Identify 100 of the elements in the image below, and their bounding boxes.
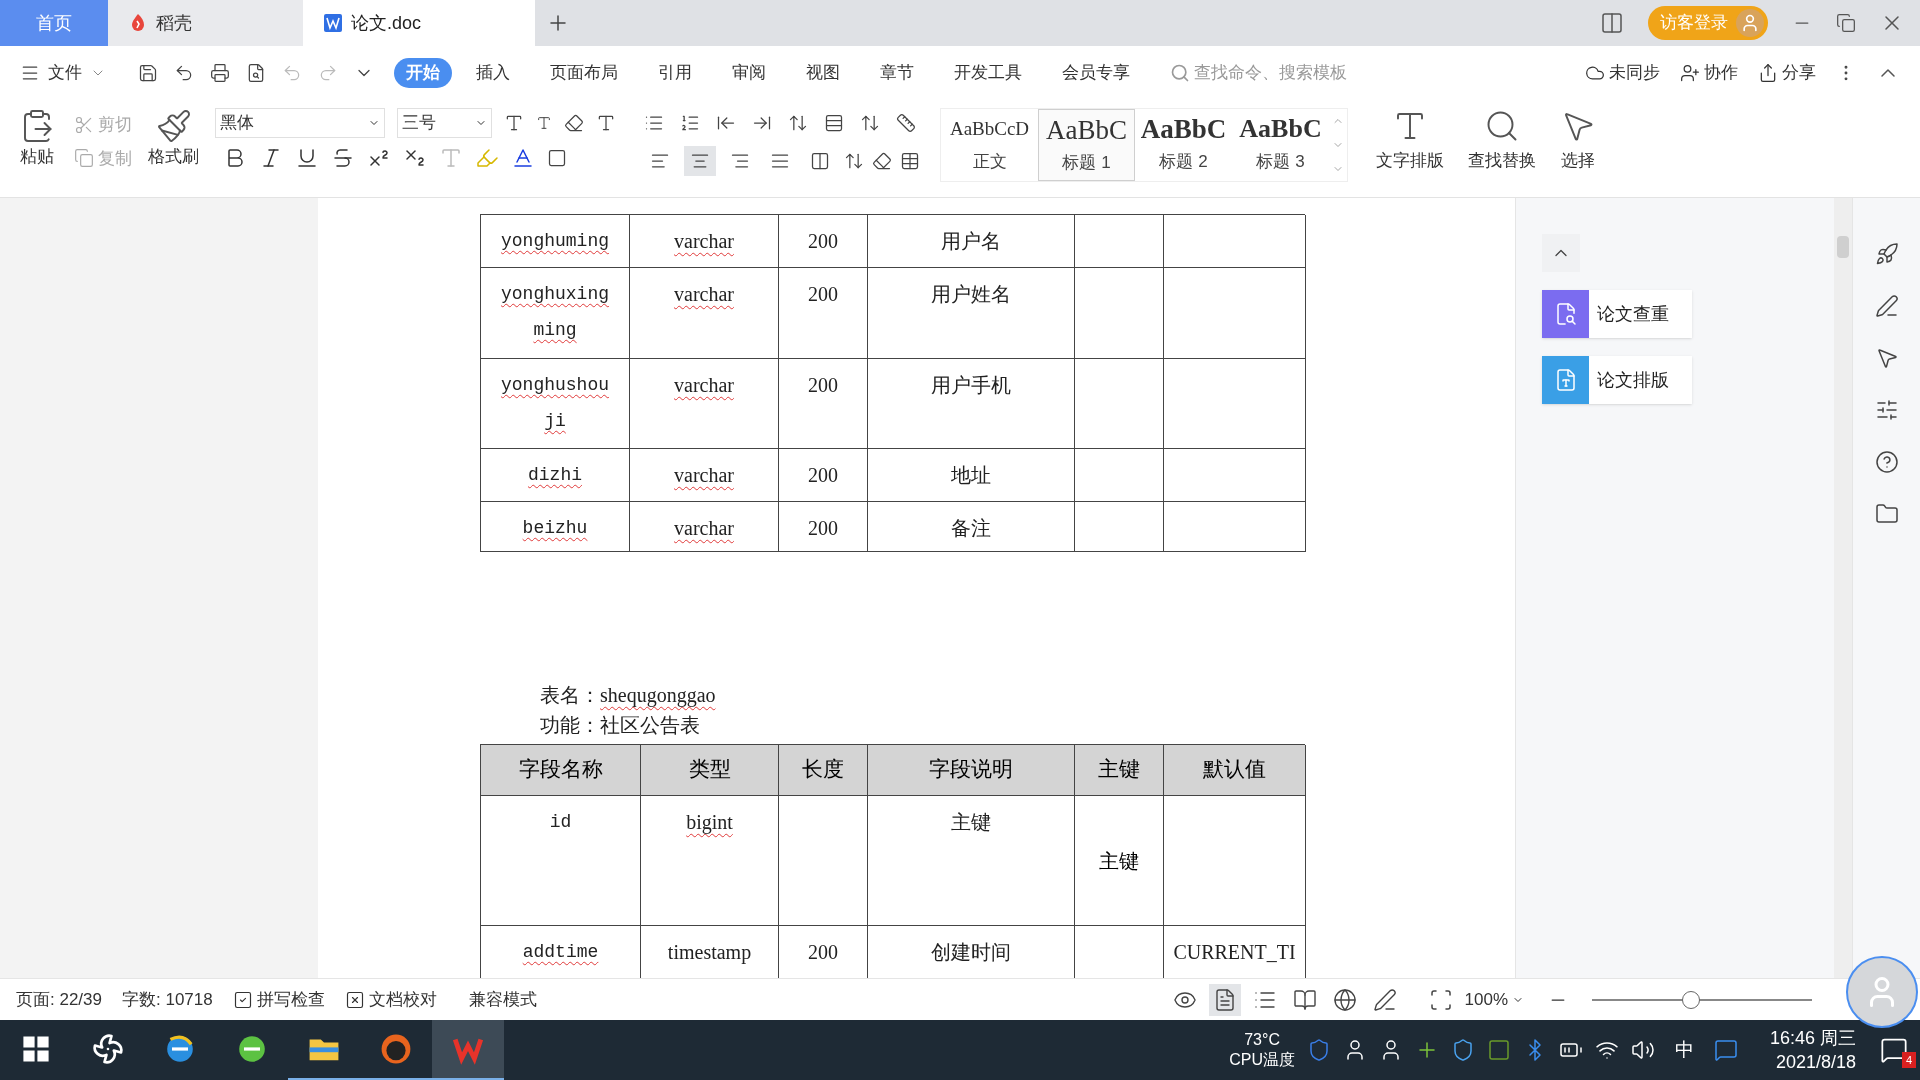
command-search-field[interactable]: 查找命令、搜索模板 [1170, 60, 1364, 86]
volume-icon[interactable] [1630, 1038, 1655, 1062]
file-menu[interactable]: 文件 [20, 60, 106, 86]
table-cell-text: 200 [808, 516, 838, 541]
paintbrush-icon [155, 108, 192, 144]
style-preset[interactable]: AaBbCcD 正文 [941, 109, 1038, 181]
table-cell-text: varchar [674, 516, 734, 541]
table-cell-text: 备注 [951, 516, 991, 541]
table-cell-text: varchar [674, 282, 734, 307]
status-button[interactable]: 文档校对 [344, 986, 437, 1013]
column-header: 类型 [688, 756, 731, 784]
ribbon-tab[interactable]: 页面布局 [534, 58, 634, 88]
table-cell-text: yonghushouji [500, 374, 610, 433]
table-function-line: 功能：社区公告表 [540, 713, 701, 738]
pen-icon[interactable] [1874, 294, 1899, 318]
scissors-icon [74, 114, 94, 135]
table-cell-text: varchar [674, 229, 734, 254]
table-cell-text: addtime [521, 941, 600, 964]
ribbon-tab[interactable]: 会员专享 [1046, 58, 1146, 88]
ribbon-tab[interactable]: 视图 [790, 58, 856, 88]
zoom-dropdown[interactable]: 100% [1464, 986, 1524, 1013]
scrollbar[interactable] [1834, 198, 1852, 978]
table-cell-text: varchar [674, 463, 734, 488]
notification-icon[interactable] [1880, 1036, 1908, 1064]
table-cell-text: timestamp [667, 940, 752, 966]
toolbar-action[interactable]: 未同步 [1585, 60, 1660, 86]
table-cell-text: 主键 [1099, 848, 1139, 874]
document-tab[interactable]: 稻壳 [108, 0, 303, 46]
font-family-field[interactable]: 黑体 [215, 108, 385, 138]
table-cell-text: id [548, 811, 573, 834]
table-cell-text: 用户姓名 [931, 282, 1011, 307]
table-cell-text: yonghuxingming [500, 283, 610, 342]
view-mode-button[interactable] [1208, 983, 1241, 1016]
help-icon[interactable] [1874, 450, 1899, 474]
font-size-field[interactable]: 三号 [397, 108, 492, 138]
table-cell-text: 地址 [951, 463, 991, 488]
zoom-slider-thumb[interactable] [1682, 990, 1700, 1009]
table-cell-text: varchar [674, 373, 734, 398]
style-preset[interactable]: AaBbC 标题 2 [1135, 109, 1232, 181]
table-name-line: 表名：shequgonggao [540, 683, 716, 709]
undo-icon[interactable] [174, 63, 194, 83]
ribbon-tab[interactable]: 审阅 [716, 58, 782, 88]
layout-icon[interactable] [1600, 11, 1624, 35]
ribbon-tab[interactable]: 章节 [864, 58, 930, 88]
numbered-list-icon[interactable] [680, 113, 700, 133]
column-header: 默认值 [1203, 756, 1266, 784]
share-icon [1758, 63, 1778, 83]
save-icon[interactable] [138, 63, 158, 83]
document-icon [323, 13, 343, 33]
table-cell-text: 主键 [951, 810, 991, 835]
document-tab[interactable]: 论文.doc [303, 0, 535, 46]
status-button[interactable]: 拼写检查 [232, 986, 325, 1013]
style-preset[interactable]: AaBbC 标题 1 [1038, 109, 1135, 181]
sliders-icon[interactable] [1874, 398, 1899, 422]
font-color-icon[interactable] [511, 146, 535, 170]
column-header: 字段名称 [518, 756, 603, 784]
windows-icon [22, 1035, 50, 1063]
style-preset[interactable]: AaBbC 标题 3 [1232, 109, 1329, 181]
input-method[interactable]: 中 [1674, 1035, 1694, 1065]
book-view-icon [1292, 987, 1317, 1012]
ribbon-tool-button[interactable]: 查找替换 [1468, 108, 1536, 174]
ribbon-tab[interactable]: 开发工具 [938, 58, 1038, 88]
table-cell-text: 200 [808, 373, 838, 398]
paste-button[interactable]: 粘贴 [12, 108, 62, 170]
column-header: 主键 [1098, 756, 1140, 784]
strikethrough-icon[interactable] [331, 146, 355, 170]
add-user-icon [1680, 63, 1700, 83]
restore-icon[interactable] [1836, 13, 1856, 33]
format-painter-button[interactable]: 格式刷 [148, 108, 199, 170]
side-panel-button[interactable]: 论文查重 [1542, 290, 1692, 338]
chat-icon[interactable] [1713, 1038, 1738, 1062]
align-button[interactable] [684, 146, 716, 176]
toolbar-action[interactable]: 协作 [1680, 60, 1738, 86]
page-count: 页面: 22/39 [16, 988, 102, 1011]
compatibility-mode: 兼容模式 [468, 988, 537, 1011]
borders-icon[interactable] [900, 151, 920, 171]
column-header: 字段说明 [929, 756, 1013, 784]
table-cell-text: CURRENT_TI [1173, 940, 1296, 965]
clock[interactable]: 16:46 周三 2021/8/18 [1769, 1026, 1856, 1074]
ribbon-tool-button[interactable]: 选择 [1560, 108, 1596, 174]
underline-icon[interactable] [295, 146, 319, 170]
table-cell-text: 用户手机 [931, 373, 1011, 398]
clear-format-icon[interactable] [564, 113, 584, 133]
table-cell-text: 200 [808, 463, 838, 488]
ribbon-tab[interactable]: 插入 [460, 58, 526, 88]
table-cell-text: 200 [808, 229, 838, 254]
rocket-icon[interactable] [1874, 242, 1899, 266]
ruler-icon[interactable] [896, 113, 916, 133]
pen-view-icon [1372, 987, 1397, 1012]
preview-icon[interactable] [246, 63, 266, 83]
print-icon[interactable] [210, 63, 230, 83]
ribbon-tab[interactable]: 引用 [642, 58, 708, 88]
checkbox-icon [232, 989, 253, 1010]
table-cell-text: 创建时间 [931, 940, 1011, 965]
ribbon-tool-button[interactable]: 文字排版 [1376, 108, 1444, 174]
fit-page-icon[interactable] [1428, 987, 1453, 1012]
search-icon [1170, 63, 1190, 83]
toolbar-action[interactable]: 分享 [1758, 60, 1816, 86]
line-spacing-icon[interactable] [844, 151, 864, 171]
side-panel-button[interactable]: 论文排版 [1542, 356, 1692, 404]
